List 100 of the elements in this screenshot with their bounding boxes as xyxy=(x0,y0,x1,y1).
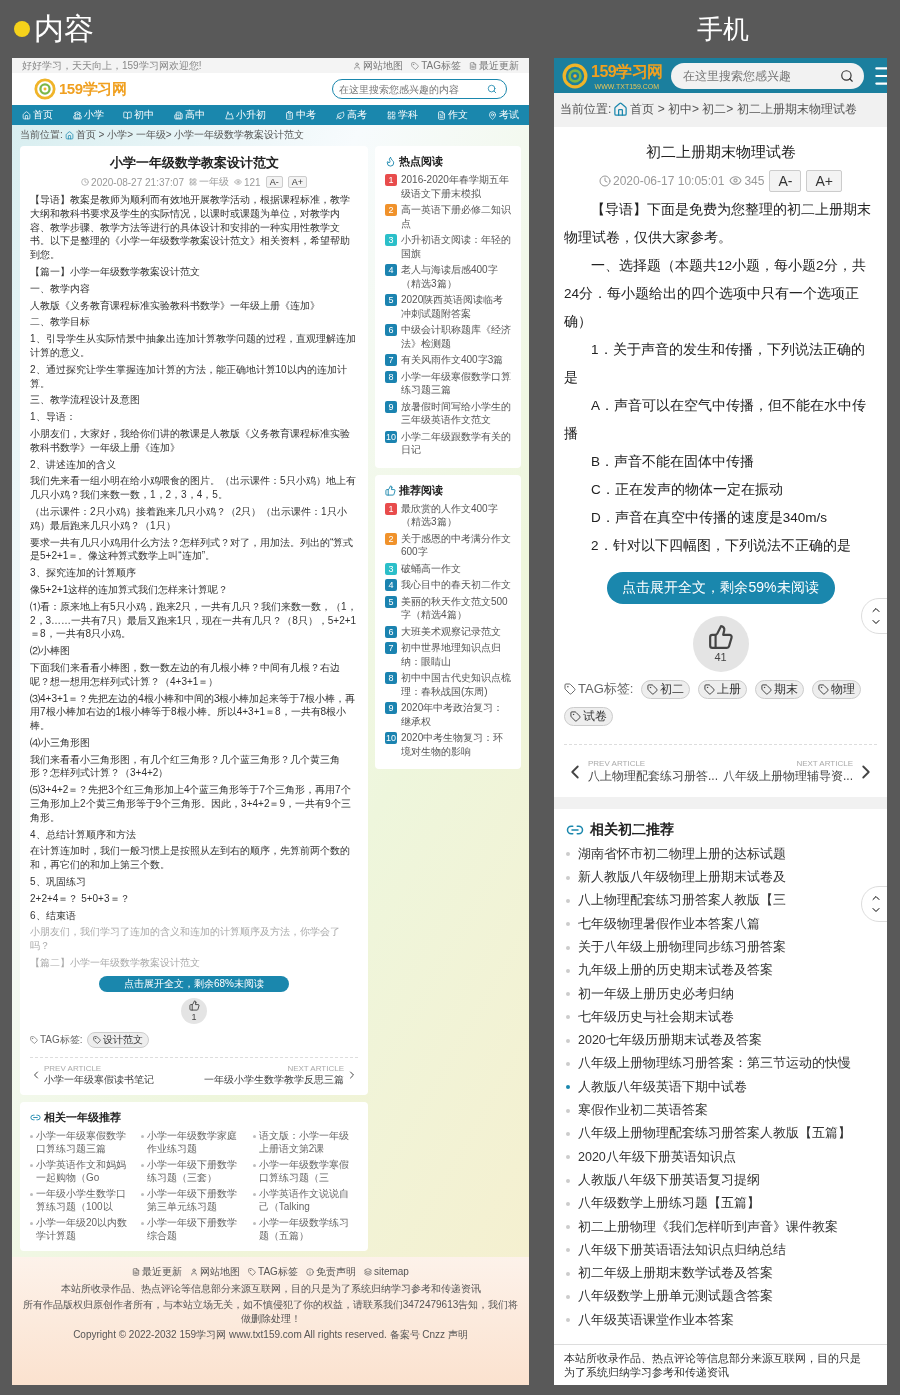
top-link[interactable]: 网站地图 xyxy=(353,58,404,73)
tag-chip[interactable]: 期末 xyxy=(755,679,805,699)
related-link[interactable]: 小学一年级数学练习题（五篇） xyxy=(252,1215,358,1243)
related-link[interactable]: 九年级上册的历史期末试卷及答案 xyxy=(566,959,773,983)
related-link[interactable]: 小学英语作文说说自己（Talking xyxy=(252,1186,358,1214)
tag-chip[interactable]: 上册 xyxy=(698,679,748,699)
related-link[interactable]: 小学一年级下册数学综合题 xyxy=(141,1215,247,1243)
nav-link[interactable]: 小升初 xyxy=(224,108,266,122)
footer-link[interactable]: sitemap xyxy=(363,1264,409,1279)
related-link[interactable]: 小学英语作文和妈妈一起购物（Go xyxy=(30,1157,136,1185)
related-link[interactable]: 人教版八年级英语下期中试卷 xyxy=(566,1075,747,1100)
font-size-button[interactable]: A- xyxy=(769,169,802,192)
top-link[interactable]: 最近更新 xyxy=(469,58,519,73)
next-article-link[interactable]: NEXT ARTICLE 一年级小学生数学教学反思三篇 xyxy=(204,1063,358,1087)
tag-chip[interactable]: 设计范文 xyxy=(86,1031,149,1048)
related-link[interactable]: 八年级英语课堂作业本答案 xyxy=(566,1308,734,1332)
sidebar-link[interactable]: 2 高一英语下册必修二知识点 xyxy=(385,203,511,230)
related-link[interactable]: 小学一年级下册数学第三单元练习题 xyxy=(141,1186,247,1214)
related-link[interactable]: 小学一年级数学寒假口算练习题（三 xyxy=(252,1157,358,1185)
sidebar-link[interactable]: 4 老人与海读后感400字（精选3篇） xyxy=(385,263,511,290)
prev-article-link[interactable]: PREV ARTICLE 小学一年级寒假读书笔记 xyxy=(30,1063,154,1087)
related-link[interactable]: 人教版八年级下册英语复习提纲 xyxy=(566,1168,760,1193)
read-more-button[interactable]: 点击展开全文，剩余59%未阅读 xyxy=(606,571,835,604)
related-link[interactable]: 2020七年级历册期末试卷及答案 xyxy=(566,1029,762,1053)
related-link[interactable]: 八年级下册英语语法知识点归纳总结 xyxy=(566,1238,786,1263)
related-link[interactable]: 八年级上册物理配套练习册答案人教版【五篇】 xyxy=(566,1122,851,1146)
related-link[interactable]: 湖南省怀市初二物理上册的达标试题 xyxy=(566,842,786,867)
nav-link[interactable]: 小学 xyxy=(72,108,104,122)
related-link[interactable]: 一年级小学生数学口算练习题（100以 xyxy=(30,1186,136,1214)
sidebar-link[interactable]: 7 有关风雨作文400字3篇 xyxy=(385,353,511,367)
related-link[interactable]: 八年级数学上册练习题【五篇】 xyxy=(566,1192,760,1216)
nav-link[interactable]: 初中 xyxy=(123,108,155,122)
nav-link[interactable]: 考试 xyxy=(488,108,520,122)
related-link[interactable]: 八年级数学上册单元测试题含答案 xyxy=(566,1285,773,1309)
read-more-button[interactable]: 点击展开全文，剩余68%未阅读 xyxy=(99,975,289,992)
related-link[interactable]: 关于八年级上册物理同步练习册答案 xyxy=(566,935,786,960)
sidebar-link[interactable]: 8 初中中国古代史知识点梳理：春秋战国(东周) xyxy=(385,671,511,698)
footer-link[interactable]: 最近更新 xyxy=(132,1264,183,1279)
nav-link[interactable]: 高中 xyxy=(173,108,205,122)
tag-chip[interactable]: 物理 xyxy=(812,679,862,699)
related-link[interactable]: 八上物理配套练习册答案人教版【三 xyxy=(566,889,786,913)
related-link[interactable]: 小学一年级寒假数学口算练习题三篇 xyxy=(30,1128,136,1156)
search-icon xyxy=(839,68,854,83)
related-link[interactable]: 寒假作业初二英语答案 xyxy=(566,1099,708,1123)
sidebar-link[interactable]: 1 最欣赏的人作文400字（精选3篇） xyxy=(385,501,511,529)
nav-link[interactable]: 首页 xyxy=(21,108,53,122)
sidebar-link[interactable]: 6 大班美术观察记录范文 xyxy=(385,624,511,638)
sidebar-link[interactable]: 4 我心目中的春天初二作文 xyxy=(385,578,511,592)
related-link[interactable]: 初一年级上册历史必考归纳 xyxy=(566,982,734,1006)
footer-link[interactable]: 网站地图 xyxy=(190,1264,241,1279)
related-link[interactable]: 语文版：小学一年级上册语文第2课 xyxy=(252,1128,358,1156)
related-link[interactable]: 小学一年级数学家庭作业练习题 xyxy=(141,1128,247,1156)
sidebar-link[interactable]: 3 破蛹高一作文 xyxy=(385,561,511,575)
font-size-button[interactable]: A+ xyxy=(806,169,842,192)
sidebar-link[interactable]: 2 关于感恩的中考满分作文600字 xyxy=(385,531,511,559)
related-link[interactable]: 2020八年级下册英语知识点 xyxy=(566,1145,736,1169)
font-size-button[interactable]: A+ xyxy=(287,176,307,188)
tag-icon xyxy=(92,1035,101,1044)
search-bar[interactable]: 在这里搜索您感兴趣 xyxy=(670,62,864,89)
sidebar-link[interactable]: 5 美丽的秋天作文范文500字（精选4篇） xyxy=(385,594,511,622)
sidebar-link[interactable]: 9 2020年中考政治复习：继承权 xyxy=(385,701,511,728)
article-paragraph: 二、教学目标 xyxy=(30,315,91,330)
nav-link[interactable]: 高考 xyxy=(335,108,367,122)
article-paragraph: 【篇一】小学一年级数学教案设计范文 xyxy=(30,265,201,279)
prev-article-link[interactable]: PREV ARTICLE 八上物理配套练习册答... xyxy=(564,758,718,785)
search-field[interactable]: 在这里搜索您感兴趣 xyxy=(680,67,840,84)
tag-chip[interactable]: 初二 xyxy=(641,679,691,699)
related-link[interactable]: 七年级历史与社会期末试卷 xyxy=(566,1005,734,1030)
sidebar-link[interactable]: 1 2016-2020年春学期五年级语文下册末模拟 xyxy=(385,173,511,200)
sidebar-link[interactable]: 9 放暑假时间写给小学生的三年级英语作文范文 xyxy=(385,399,511,427)
like-button[interactable]: 41 xyxy=(692,615,749,672)
related-link[interactable]: 小学一年级20以内数学计算题 xyxy=(30,1215,136,1243)
sidebar-link[interactable]: 3 小升初语文阅读：年轻的国旗 xyxy=(385,233,511,260)
top-link[interactable]: TAG标签 xyxy=(411,58,461,73)
nav-link[interactable]: 作文 xyxy=(437,108,469,122)
footer-link[interactable]: 免责声明 xyxy=(305,1264,356,1279)
search-field[interactable]: 在这里搜索您感兴趣的内容 xyxy=(339,83,487,95)
sidebar-link[interactable]: 10 2020中考生物复习：环境对生物的影响 xyxy=(385,731,511,758)
rank-badge: 2 xyxy=(385,532,397,545)
rank-badge: 6 xyxy=(385,324,397,336)
logo-text: 159学习网 xyxy=(59,79,127,99)
related-link[interactable]: 八年级上册物理练习册答案：第三节运动的快慢 xyxy=(566,1052,851,1076)
font-size-button[interactable]: A- xyxy=(265,176,283,188)
footer-link[interactable]: TAG标签 xyxy=(248,1264,298,1279)
like-button[interactable]: 1 xyxy=(181,997,207,1024)
tag-chip[interactable]: 试卷 xyxy=(564,706,613,726)
related-link[interactable]: 初二上册物理《我们怎样听到声音》课件教案 xyxy=(566,1215,838,1239)
sidebar-link[interactable]: 7 初中世界地理知识点归纳：眼睛山 xyxy=(385,641,511,668)
next-article-link[interactable]: NEXT ARTICLE 八年级上册物理辅导资... xyxy=(723,758,877,785)
related-link[interactable]: 小学一年级下册数学练习题（三套） xyxy=(141,1157,247,1185)
sidebar-link[interactable]: 8 小学一年级寒假数学口算练习题三篇 xyxy=(385,369,511,397)
nav-link[interactable]: 中考 xyxy=(285,108,317,122)
article-paragraph: 1．关于声音的发生和传播，下列说法正确的是 xyxy=(564,340,866,387)
sidebar-link[interactable]: 5 2020陕西英语阅读临考冲刺试题附答案 xyxy=(385,293,511,320)
related-link[interactable]: 新人教版八年级物理上册期末试卷及 xyxy=(566,866,786,890)
sidebar-link[interactable]: 6 中级会计职称题库《经济法》检测题 xyxy=(385,323,511,350)
sidebar-link[interactable]: 10 小学二年级跟数学有关的日记 xyxy=(385,429,511,457)
nav-link[interactable]: 学科 xyxy=(386,108,418,122)
related-link[interactable]: 七年级物理暑假作业本答案八篇 xyxy=(566,912,760,936)
related-link[interactable]: 初二年级上册期末数学试卷及答案 xyxy=(566,1262,773,1286)
